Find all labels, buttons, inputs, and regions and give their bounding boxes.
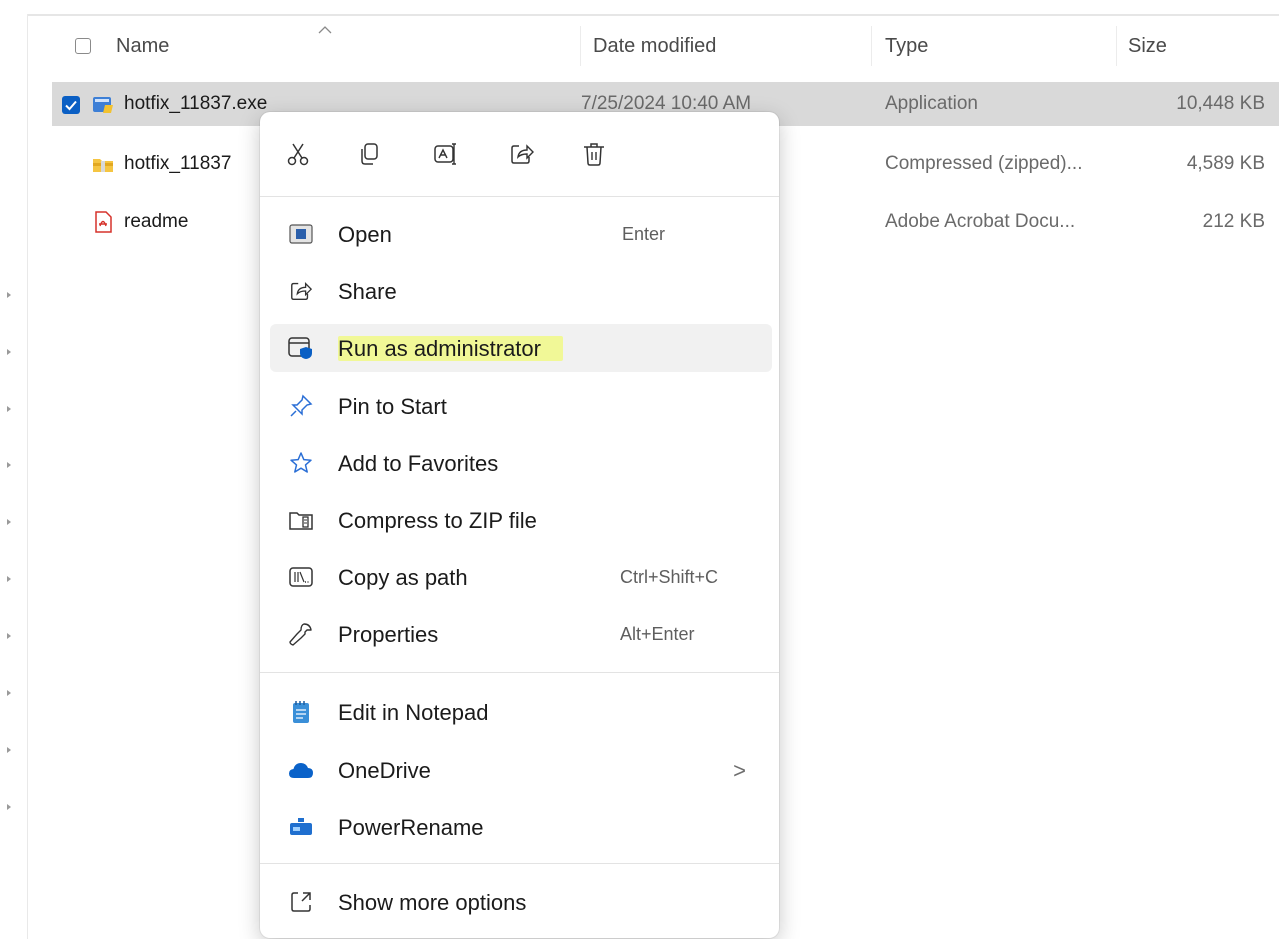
quick-actions-bar (260, 128, 779, 188)
wrench-icon (288, 621, 314, 647)
menu-item-label: Show more options (338, 890, 527, 915)
column-name[interactable]: Name (116, 35, 169, 58)
nav-pane-divider (27, 14, 28, 939)
delete-icon (584, 143, 604, 166)
pdf-icon (95, 211, 112, 233)
menu-item-label: PowerRename (338, 815, 484, 840)
file-type: Compressed (zipped)... (885, 153, 1083, 174)
menu-item-label: Pin to Start (338, 394, 447, 419)
share-icon (511, 144, 534, 164)
expand-chevron-icon[interactable] (7, 690, 11, 696)
menu-item-label: Compress to ZIP file (338, 508, 537, 533)
open-icon (288, 221, 314, 247)
menu-item-powerrename[interactable]: PowerRename (270, 803, 772, 851)
menu-separator (260, 196, 779, 197)
menu-item-label: Open (338, 222, 392, 247)
top-divider (27, 14, 1279, 16)
checkmark-icon (65, 100, 77, 111)
context-menu: Open Enter Share Run as administrator Pi… (260, 112, 779, 938)
menu-item-label: Edit in Notepad (338, 700, 489, 725)
share-icon (288, 278, 314, 304)
more-options-icon (288, 889, 314, 915)
highlighted-label: Run as administrator (338, 336, 563, 361)
select-all-checkbox[interactable] (75, 38, 91, 54)
menu-item-label: Run as administrator (338, 336, 563, 362)
column-header: Name Date modified Type Size (28, 20, 1279, 72)
menu-separator (260, 672, 779, 673)
file-type: Adobe Acrobat Docu... (885, 211, 1076, 232)
menu-item-edit-in-notepad[interactable]: Edit in Notepad (270, 688, 772, 736)
rename-icon (434, 143, 456, 165)
menu-item-label: Copy as path (338, 565, 468, 590)
menu-item-label: Add to Favorites (338, 451, 499, 476)
menu-item-add-to-favorites[interactable]: Add to Favorites (270, 439, 772, 487)
expand-chevron-icon[interactable] (7, 462, 11, 468)
file-size: 212 KB (1202, 211, 1265, 232)
powerrename-icon (288, 814, 314, 840)
column-separator[interactable] (580, 26, 581, 66)
menu-item-shortcut: Enter (622, 224, 666, 244)
menu-item-shortcut: Ctrl+Shift+C (620, 567, 719, 587)
application-icon (93, 97, 113, 113)
expand-chevron-icon[interactable] (7, 804, 11, 810)
row-checkbox[interactable] (62, 96, 80, 114)
copy-button[interactable] (344, 128, 396, 180)
expand-chevron-icon[interactable] (7, 519, 11, 525)
column-type[interactable]: Type (885, 35, 928, 58)
shield-window-icon (288, 335, 314, 361)
expand-chevron-icon[interactable] (7, 576, 11, 582)
menu-item-compress-to-zip[interactable]: Compress to ZIP file (270, 496, 772, 544)
menu-item-copy-as-path[interactable]: Copy as path Ctrl+Shift+C (270, 553, 772, 601)
column-date-modified[interactable]: Date modified (593, 35, 716, 58)
rename-button[interactable] (420, 128, 472, 180)
menu-item-label: Properties (338, 622, 439, 647)
column-separator[interactable] (871, 26, 872, 66)
path-icon (288, 564, 314, 590)
menu-item-open[interactable]: Open Enter (270, 210, 772, 258)
file-size: 10,448 KB (1176, 93, 1265, 114)
menu-item-pin-to-start[interactable]: Pin to Start (270, 382, 772, 430)
file-size: 4,589 KB (1186, 153, 1265, 174)
menu-item-label: OneDrive (338, 758, 431, 783)
menu-item-share[interactable]: Share (270, 267, 772, 315)
expand-chevron-icon[interactable] (7, 349, 11, 355)
file-name: hotfix_11837 (124, 153, 232, 174)
expand-chevron-icon[interactable] (7, 292, 11, 298)
share-button[interactable] (496, 128, 548, 180)
pin-icon (288, 393, 314, 419)
zip-icon (288, 507, 314, 533)
menu-item-onedrive[interactable]: OneDrive > (270, 746, 772, 794)
cut-button[interactable] (272, 128, 324, 180)
delete-button[interactable] (568, 128, 620, 180)
menu-item-show-more-options[interactable]: Show more options (270, 878, 772, 926)
file-name: hotfix_11837.exe (124, 93, 268, 114)
star-icon (288, 450, 314, 476)
menu-separator (260, 863, 779, 864)
expand-chevron-icon[interactable] (7, 747, 11, 753)
sort-ascending-icon (318, 26, 332, 34)
expand-chevron-icon[interactable] (7, 406, 11, 412)
cloud-icon (288, 757, 314, 783)
notepad-icon (288, 699, 314, 725)
menu-item-run-as-administrator[interactable]: Run as administrator (270, 324, 772, 372)
expand-chevron-icon[interactable] (7, 633, 11, 639)
menu-item-label: Share (338, 279, 397, 304)
column-size[interactable]: Size (1128, 35, 1167, 58)
menu-item-properties[interactable]: Properties Alt+Enter (270, 610, 772, 658)
cut-icon (287, 143, 309, 166)
submenu-chevron-icon: > (733, 758, 746, 783)
copy-icon (361, 143, 378, 165)
menu-item-shortcut: Alt+Enter (620, 624, 695, 644)
column-separator[interactable] (1116, 26, 1117, 66)
file-type: Application (885, 93, 978, 114)
file-name: readme (124, 211, 189, 232)
zip-folder-icon (93, 159, 113, 172)
